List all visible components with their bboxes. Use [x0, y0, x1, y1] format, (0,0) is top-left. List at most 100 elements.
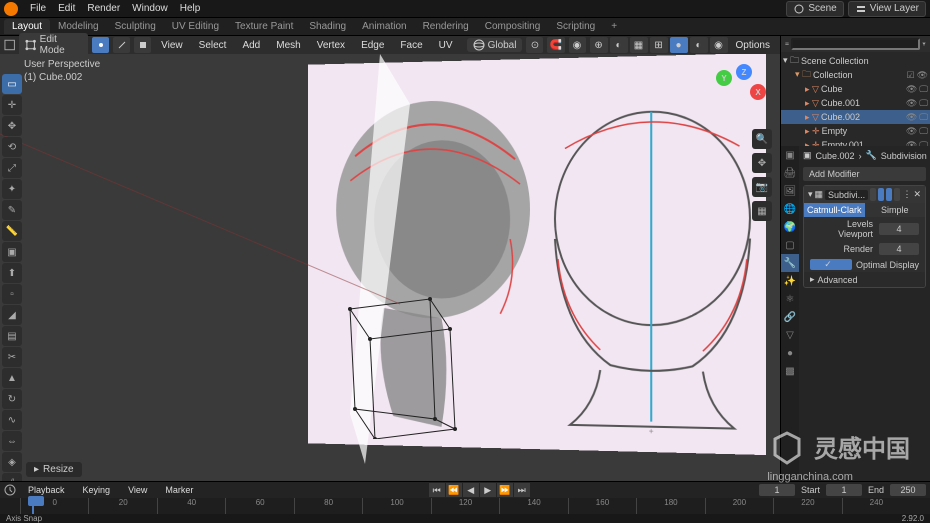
proptab-viewlayer[interactable]: 🖼 [781, 182, 799, 200]
last-operator-panel[interactable]: ▸ Resize [26, 462, 82, 477]
playhead[interactable] [32, 498, 34, 514]
proptab-constraints[interactable]: 🔗 [781, 308, 799, 326]
tab-uv-editing[interactable]: UV Editing [164, 19, 227, 34]
tool-knife[interactable]: ✂ [2, 347, 22, 367]
advanced-toggle[interactable]: ▸ Advanced [804, 272, 925, 287]
proptab-object[interactable]: ▢ [781, 236, 799, 254]
eye-icon[interactable]: 👁 [917, 70, 928, 81]
axis-y-icon[interactable]: Y [716, 70, 732, 86]
mod-show-editmode[interactable] [878, 188, 884, 201]
tree-item[interactable]: ▸ ▽Cube👁🖵 [781, 82, 930, 96]
vp-options[interactable]: Options [730, 40, 776, 51]
nav-zoom-icon[interactable]: 🔍 [752, 129, 772, 149]
tool-spin[interactable]: ↻ [2, 389, 22, 409]
gizmo-toggle[interactable]: ⊕ [590, 37, 608, 53]
tree-scene-collection[interactable]: ▾ 🗀 Scene Collection [781, 54, 930, 68]
tab-texture-paint[interactable]: Texture Paint [227, 19, 301, 34]
outliner-type-icon[interactable] [785, 38, 789, 50]
tree-item[interactable]: ▸ ▽Cube.001👁🖵 [781, 96, 930, 110]
proptab-output[interactable]: 🖨 [781, 164, 799, 182]
mod-show-render[interactable] [894, 188, 900, 201]
start-frame[interactable]: 1 [826, 484, 862, 496]
field-render-levels[interactable]: 4 [879, 243, 919, 255]
chevron-down-icon[interactable]: ▾ [808, 189, 813, 200]
tool-scale[interactable]: ⤢ [2, 158, 22, 178]
eye-icon[interactable]: 👁 [906, 98, 917, 109]
proptab-world[interactable]: 🌍 [781, 218, 799, 236]
transform-orientation[interactable]: Global [467, 38, 523, 52]
proportional-edit[interactable]: ◉ [569, 37, 586, 53]
shading-rendered[interactable]: ◉ [710, 37, 728, 53]
shading-matprev[interactable]: ◐ [690, 37, 708, 53]
vp-menu-vertex[interactable]: Vertex [311, 40, 351, 51]
eye-icon[interactable]: 👁 [906, 84, 917, 95]
snap-toggle[interactable]: 🧲 [547, 37, 564, 53]
vp-menu-select[interactable]: Select [193, 40, 233, 51]
tool-move[interactable]: ✥ [2, 116, 22, 136]
vp-menu-mesh[interactable]: Mesh [270, 40, 306, 51]
timeline-ruler[interactable]: 020406080100120140160180200220240 [0, 498, 930, 514]
nav-move-icon[interactable]: ✥ [752, 153, 772, 173]
tool-inset[interactable]: ▫ [2, 284, 22, 304]
menu-help[interactable]: Help [174, 3, 207, 14]
tool-rotate[interactable]: ⟲ [2, 137, 22, 157]
tool-edge-slide[interactable]: ⇔ [2, 431, 22, 451]
axis-x-icon[interactable]: X [750, 84, 766, 100]
nav-persp-icon[interactable]: ▦ [752, 201, 772, 221]
mod-show-cage[interactable] [870, 188, 876, 201]
xray-toggle[interactable]: ▦ [630, 37, 648, 53]
tool-extrude[interactable]: ⬆ [2, 263, 22, 283]
editor-type-icon[interactable] [4, 39, 15, 51]
tool-poly-build[interactable]: ▲ [2, 368, 22, 388]
tree-item[interactable]: ▸ ▽Cube.002👁🖵 [781, 110, 930, 124]
tl-playback[interactable]: Playback [22, 485, 71, 495]
proptab-render[interactable]: ▣ [781, 146, 799, 164]
axis-z-icon[interactable]: Z [736, 64, 752, 80]
vp-menu-uv[interactable]: UV [433, 40, 459, 51]
tab-layout[interactable]: Layout [4, 19, 50, 34]
select-mode-vertex[interactable] [92, 37, 109, 53]
tool-cursor[interactable]: ✛ [2, 95, 22, 115]
filter-icon[interactable] [922, 38, 926, 50]
nav-camera-icon[interactable]: 📷 [752, 177, 772, 197]
tab-rendering[interactable]: Rendering [415, 19, 477, 34]
menu-window[interactable]: Window [126, 3, 174, 14]
select-mode-face[interactable] [134, 37, 151, 53]
tab-shading[interactable]: Shading [301, 19, 354, 34]
tool-rip[interactable]: ⫽ [2, 473, 22, 481]
jump-end-button[interactable]: ⏭ [514, 483, 530, 497]
proptab-modifier[interactable]: 🔧 [781, 254, 799, 272]
tool-add-cube[interactable]: ▣ [2, 242, 22, 262]
tab-modeling[interactable]: Modeling [50, 19, 107, 34]
proptab-texture[interactable]: ▩ [781, 362, 799, 380]
tool-smooth[interactable]: ∿ [2, 410, 22, 430]
tl-marker[interactable]: Marker [159, 485, 199, 495]
viewlayer-selector[interactable]: View Layer [848, 1, 926, 17]
tab-animation[interactable]: Animation [354, 19, 414, 34]
tool-select-box[interactable]: ▭ [2, 74, 22, 94]
outliner-search[interactable] [791, 38, 920, 50]
disable-icon[interactable]: 🖵 [919, 112, 928, 123]
vp-menu-edge[interactable]: Edge [355, 40, 390, 51]
viewport-3d[interactable]: + [0, 54, 780, 481]
subdiv-catmull[interactable]: Catmull-Clark [804, 203, 865, 217]
play-button[interactable]: ▶ [480, 483, 496, 497]
tool-shrink[interactable]: ◈ [2, 452, 22, 472]
shading-solid[interactable]: ● [670, 37, 688, 53]
tool-bevel[interactable]: ◢ [2, 305, 22, 325]
vp-menu-face[interactable]: Face [394, 40, 428, 51]
modifier-name-field[interactable]: Subdivi... [825, 190, 868, 200]
shading-wire[interactable]: ⊞ [650, 37, 668, 53]
tool-annotate[interactable]: ✎ [2, 200, 22, 220]
mod-menu-icon[interactable]: ⋮ [902, 189, 911, 200]
play-reverse-button[interactable]: ◀ [463, 483, 479, 497]
checkbox-optimal-display[interactable]: ✓ [810, 259, 852, 270]
eye-icon[interactable]: 👁 [906, 126, 917, 137]
tree-item[interactable]: ▸ ✛Empty👁🖵 [781, 124, 930, 138]
add-modifier-button[interactable]: Add Modifier [803, 167, 926, 181]
select-mode-edge[interactable] [113, 37, 130, 53]
menu-render[interactable]: Render [81, 3, 126, 14]
jump-start-button[interactable]: ⏮ [429, 483, 445, 497]
vp-menu-view[interactable]: View [155, 40, 189, 51]
tool-loop-cut[interactable]: ▤ [2, 326, 22, 346]
